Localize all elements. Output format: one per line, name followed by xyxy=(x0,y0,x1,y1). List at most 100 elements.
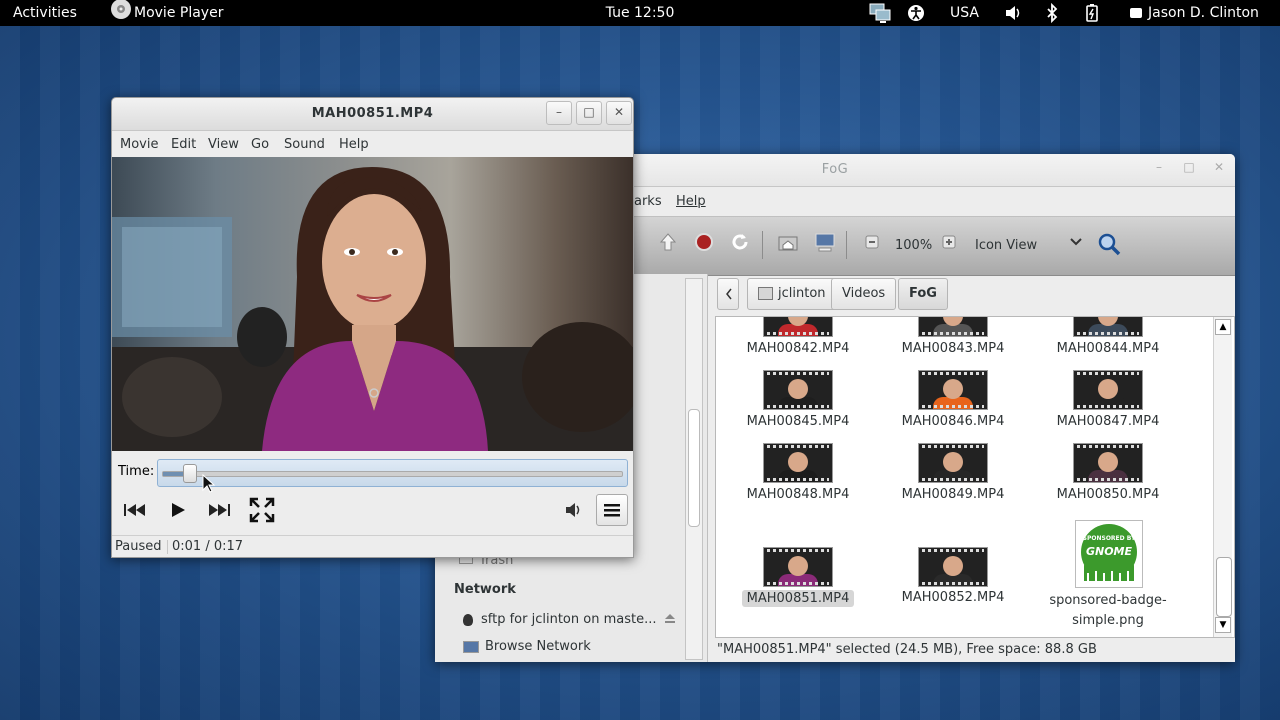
file-name[interactable]: MAH00852.MP4 xyxy=(878,590,1028,605)
zoom-in-icon[interactable] xyxy=(936,231,962,261)
menu-sound[interactable]: Sound xyxy=(284,133,325,157)
movie-player-app-icon xyxy=(108,0,134,23)
movie-player-menubar: Movie Edit View Go Sound Help xyxy=(112,133,633,157)
video-thumbnail[interactable] xyxy=(918,370,988,410)
video-thumbnail[interactable] xyxy=(763,317,833,337)
mouse-pointer xyxy=(202,473,216,494)
zoom-out-icon[interactable] xyxy=(859,231,885,261)
icon-view-scrollbar[interactable]: ▲ ▼ xyxy=(1213,317,1232,637)
path-crumb-home[interactable]: jclinton xyxy=(747,278,837,310)
up-icon[interactable] xyxy=(655,231,681,261)
time-label: Time: xyxy=(118,464,155,479)
scroll-up-arrow[interactable]: ▲ xyxy=(1215,319,1231,335)
seek-bar[interactable] xyxy=(157,459,628,487)
playback-state: Paused xyxy=(115,539,162,554)
sidebar-scrollbar[interactable] xyxy=(685,278,703,660)
file-name[interactable]: sponsored-badge- xyxy=(1033,593,1183,608)
file-name[interactable]: MAH00842.MP4 xyxy=(723,341,873,356)
keyboard-layout-indicator[interactable]: USA xyxy=(950,0,979,26)
volume-icon[interactable] xyxy=(564,496,584,524)
path-back-button[interactable] xyxy=(717,278,739,310)
bluetooth-icon[interactable] xyxy=(1044,0,1060,26)
file-name[interactable]: MAH00846.MP4 xyxy=(878,414,1028,429)
home-icon[interactable] xyxy=(775,231,801,261)
maximize-button[interactable]: □ xyxy=(576,101,602,125)
home-icon xyxy=(758,287,773,300)
file-name[interactable]: MAH00849.MP4 xyxy=(878,487,1028,502)
path-crumb-videos[interactable]: Videos xyxy=(831,278,897,310)
movie-player-titlebar[interactable]: MAH00851.MP4 – □ ✕ xyxy=(112,98,633,131)
thumbnail-face xyxy=(943,556,963,576)
video-thumbnail[interactable] xyxy=(763,547,833,587)
file-name[interactable]: MAH00848.MP4 xyxy=(723,487,873,502)
thumbnail-face xyxy=(788,379,808,399)
menu-help[interactable]: Help xyxy=(339,133,369,157)
activities-button[interactable]: Activities xyxy=(13,0,77,26)
file-name[interactable]: MAH00843.MP4 xyxy=(878,341,1028,356)
sidebar-toggle-button[interactable] xyxy=(596,494,628,526)
minimize-button[interactable]: – xyxy=(546,101,572,125)
app-menu[interactable]: Movie Player xyxy=(134,0,223,26)
volume-icon[interactable] xyxy=(1003,0,1023,26)
menu-bookmarks[interactable]: arks xyxy=(634,190,662,214)
chevron-down-icon[interactable] xyxy=(1063,231,1089,261)
scroll-down-arrow[interactable]: ▼ xyxy=(1215,617,1231,633)
network-icon[interactable] xyxy=(866,0,892,26)
eject-icon[interactable] xyxy=(663,611,677,625)
video-thumbnail[interactable] xyxy=(763,370,833,410)
video-thumbnail[interactable] xyxy=(1073,317,1143,337)
search-icon[interactable] xyxy=(1096,231,1122,261)
previous-chapter-button[interactable] xyxy=(122,496,148,524)
video-thumbnail[interactable] xyxy=(918,317,988,337)
next-chapter-button[interactable] xyxy=(206,496,232,524)
computer-icon[interactable] xyxy=(812,231,838,261)
file-name[interactable]: MAH00844.MP4 xyxy=(1033,341,1183,356)
icon-view[interactable]: ▲ ▼ MAH00842.MP4 MAH00843.MP4 MAH00844.MP4… xyxy=(715,316,1235,638)
file-name[interactable]: MAH00847.MP4 xyxy=(1033,414,1183,429)
play-button[interactable] xyxy=(168,496,188,524)
menu-edit[interactable]: Edit xyxy=(171,133,196,157)
toolbar-separator xyxy=(846,231,847,259)
stop-icon[interactable] xyxy=(691,231,717,261)
minimize-button[interactable]: – xyxy=(1147,157,1171,179)
accessibility-icon[interactable] xyxy=(906,0,926,26)
clock[interactable]: Tue 12:50 xyxy=(606,5,675,21)
fullscreen-icon[interactable] xyxy=(248,496,276,524)
menu-movie[interactable]: Movie xyxy=(120,133,158,157)
battery-icon[interactable] xyxy=(1084,0,1100,26)
icon-view-scroll-thumb[interactable] xyxy=(1216,557,1232,617)
thumbnail-face xyxy=(943,452,963,472)
video-area[interactable] xyxy=(112,157,633,451)
file-name[interactable]: MAH00845.MP4 xyxy=(723,414,873,429)
menu-go[interactable]: Go xyxy=(251,133,269,157)
user-menu[interactable]: Jason D. Clinton xyxy=(1130,0,1259,26)
menu-view[interactable]: View xyxy=(208,133,239,157)
sponsored-badge-image[interactable]: SPONSORED BY GNOME xyxy=(1075,520,1143,588)
reload-icon[interactable] xyxy=(727,231,753,261)
thumbnail-face xyxy=(943,379,963,399)
path-crumb-current[interactable]: FoG xyxy=(898,278,948,310)
video-thumbnail[interactable] xyxy=(1073,370,1143,410)
video-thumbnail[interactable] xyxy=(918,547,988,587)
maximize-button[interactable]: □ xyxy=(1177,157,1201,179)
view-mode-selector[interactable]: Icon View xyxy=(975,231,1037,261)
close-button[interactable]: ✕ xyxy=(606,101,632,125)
menu-help[interactable]: Help xyxy=(676,190,706,214)
file-name[interactable]: MAH00850.MP4 xyxy=(1033,487,1183,502)
thumbnail-face xyxy=(1098,452,1118,472)
video-thumbnail[interactable] xyxy=(1073,443,1143,483)
zoom-level: 100% xyxy=(895,238,933,253)
user-name: Jason D. Clinton xyxy=(1148,5,1259,21)
gnome-foot-icon xyxy=(463,613,473,626)
video-thumbnail[interactable] xyxy=(763,443,833,483)
file-name[interactable]: MAH00851.MP4 xyxy=(742,590,854,607)
path-crumb-label: jclinton xyxy=(778,286,826,301)
playback-time: 0:01 / 0:17 xyxy=(172,539,244,554)
thumbnail-face xyxy=(788,452,808,472)
sidebar-item-sftp[interactable]: sftp for jclinton on maste... xyxy=(463,612,656,627)
video-thumbnail[interactable] xyxy=(918,443,988,483)
sidebar-scroll-thumb[interactable] xyxy=(688,409,700,527)
sidebar-item-browse-network[interactable]: Browse Network xyxy=(463,639,591,654)
seek-handle[interactable] xyxy=(183,464,198,483)
close-button[interactable]: ✕ xyxy=(1207,157,1231,179)
